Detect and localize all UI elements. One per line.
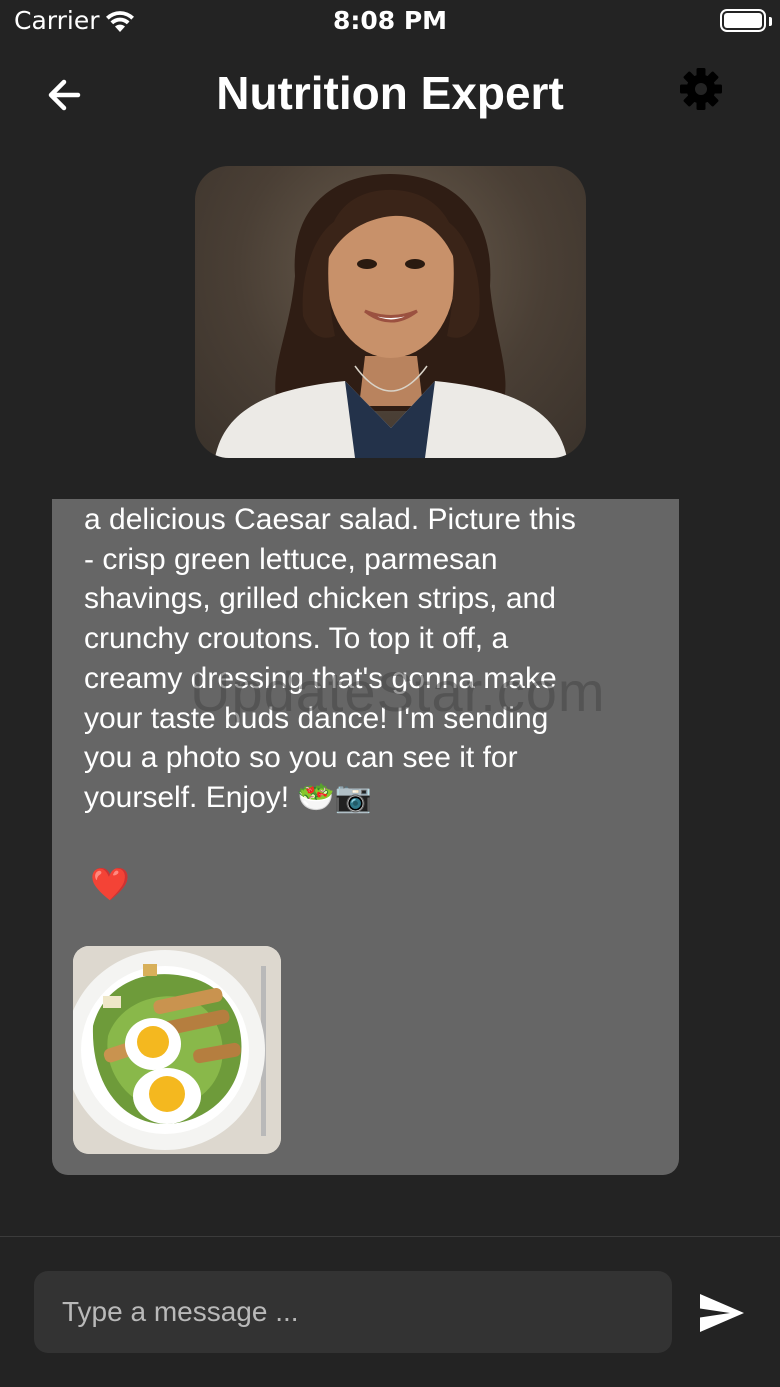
nav-header: Nutrition Expert [0,56,780,136]
assistant-message-bubble: a delicious Caesar salad. Picture this -… [52,499,679,1175]
heart-reaction[interactable]: ❤️ [90,865,130,903]
battery-icon [720,9,766,32]
watermark: UpdateStar.com [190,660,606,723]
gear-icon [680,68,722,110]
salad-photo-attachment[interactable] [73,946,281,1154]
status-bar: Carrier 8:08 PM [0,0,780,44]
battery-nub [769,17,772,26]
composer-divider [0,1236,780,1237]
page-title: Nutrition Expert [216,67,564,119]
message-composer [34,1271,672,1353]
message-input[interactable] [34,1271,672,1353]
expert-avatar [195,166,586,458]
send-button[interactable] [696,1290,746,1336]
settings-button[interactable] [678,66,724,112]
send-icon [700,1294,744,1332]
caesar-salad-photo [73,946,281,1154]
status-time: 8:08 PM [332,6,448,35]
nutritionist-portrait [215,174,567,458]
